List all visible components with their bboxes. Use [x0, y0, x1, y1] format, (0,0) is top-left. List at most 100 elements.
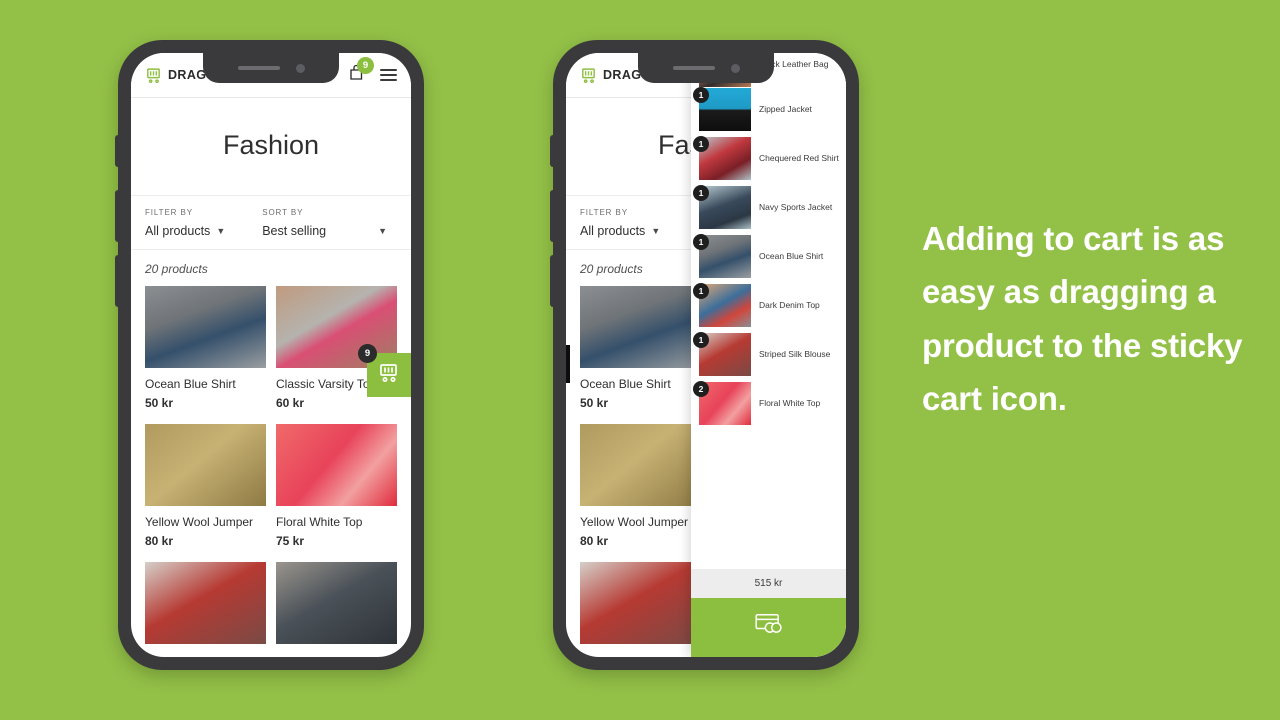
- product-price: 75 kr: [276, 534, 305, 548]
- phone-mockup-left: DRAG 9 Fashion FILTER BY All products ▼ …: [115, 40, 424, 670]
- shopping-cart-icon: [580, 67, 597, 84]
- product-image: [580, 286, 701, 368]
- cart-item[interactable]: 1 Navy Sports Jacket: [691, 183, 846, 232]
- sticky-cart-badge: 9: [358, 344, 377, 363]
- product-name: Yellow Wool Jumper: [580, 515, 689, 529]
- cart-item-name: Navy Sports Jacket: [759, 201, 833, 212]
- product-card[interactable]: [145, 562, 266, 644]
- cart-item[interactable]: 2 Floral White Top: [691, 379, 846, 428]
- cart-item-quantity: 1: [693, 87, 709, 103]
- product-price: 50 kr: [580, 396, 609, 410]
- product-name: Yellow Wool Jumper: [145, 515, 254, 529]
- cart-badge-count: 9: [357, 56, 374, 74]
- cart-item-quantity: 1: [693, 136, 709, 152]
- product-name: Floral White Top: [276, 515, 363, 529]
- filter-by-label: FILTER BY: [145, 208, 193, 217]
- app-logo-text: DRAG: [168, 68, 207, 82]
- cart-item-name: Ocean Blue Shirt: [759, 250, 824, 261]
- product-price: 80 kr: [580, 534, 609, 548]
- credit-card-coins-icon: [754, 612, 784, 639]
- product-image: [580, 424, 701, 506]
- product-count: 20 products: [145, 262, 208, 276]
- earpiece-speaker: [672, 66, 715, 70]
- cart-item-name: Striped Silk Blouse: [759, 348, 831, 359]
- phone-volume-down-button: [115, 255, 119, 307]
- cart-item-name: Dark Denim Top: [759, 299, 820, 310]
- chevron-down-icon: ▼: [378, 226, 387, 236]
- checkout-button[interactable]: [691, 598, 846, 657]
- shopping-cart-icon: [377, 361, 401, 390]
- product-image: [276, 424, 397, 506]
- filter-by-select[interactable]: All products ▼: [145, 224, 262, 238]
- phone-notch: [638, 53, 774, 83]
- product-image: [145, 424, 266, 506]
- phone-volume-up-button: [115, 190, 119, 242]
- product-card[interactable]: Ocean Blue Shirt 50 kr: [580, 286, 701, 410]
- product-price: 80 kr: [145, 534, 174, 548]
- product-price: 50 kr: [145, 396, 174, 410]
- cart-item[interactable]: 1 Chequered Red Shirt: [691, 134, 846, 183]
- filter-by-select[interactable]: All products ▼: [580, 224, 697, 238]
- cart-item-list: Black Leather Bag 1 Zipped Jacket 1 Cheq…: [691, 53, 846, 569]
- phone-volume-down-button: [550, 255, 554, 307]
- filter-by-value: All products: [145, 224, 211, 238]
- cart-drawer: Black Leather Bag 1 Zipped Jacket 1 Cheq…: [691, 53, 846, 657]
- filter-by-group: FILTER BY All products ▼: [580, 208, 697, 238]
- product-name: Ocean Blue Shirt: [145, 377, 236, 391]
- cart-item-name: Zipped Jacket: [759, 103, 812, 114]
- cart-item-quantity: 2: [693, 381, 709, 397]
- cart-item[interactable]: 1 Zipped Jacket: [691, 85, 846, 134]
- phone-screen-right: DRAG Fashion FILTER BY All products ▼ 20…: [566, 53, 846, 657]
- shopping-cart-icon: [145, 67, 162, 84]
- cart-item-quantity: 1: [693, 185, 709, 201]
- product-price: 60 kr: [276, 396, 305, 410]
- app-logo-text: DRAG: [603, 68, 642, 82]
- chevron-down-icon: ▼: [216, 226, 226, 236]
- marketing-headline: Adding to cart is as easy as dragging a …: [922, 220, 1243, 418]
- phone-volume-up-button: [550, 190, 554, 242]
- front-camera: [295, 63, 305, 73]
- filter-by-label: FILTER BY: [580, 208, 628, 217]
- phone-side-button: [550, 135, 554, 167]
- sort-by-label: SORT BY: [262, 208, 304, 217]
- product-card[interactable]: Ocean Blue Shirt 50 kr: [145, 286, 266, 410]
- sort-by-select[interactable]: Best selling ▼: [262, 224, 397, 238]
- product-card[interactable]: Yellow Wool Jumper 80 kr: [145, 424, 266, 548]
- product-image: [276, 562, 397, 644]
- sort-by-value: Best selling: [262, 224, 327, 238]
- cart-item[interactable]: 1 Striped Silk Blouse: [691, 330, 846, 379]
- sticky-cart-widget[interactable]: 9: [358, 344, 411, 397]
- close-cart-button[interactable]: [566, 345, 570, 383]
- app-logo[interactable]: DRAG: [145, 67, 206, 84]
- product-image: [580, 562, 701, 644]
- chevron-down-icon: ▼: [651, 226, 661, 236]
- app-logo[interactable]: DRAG: [580, 67, 641, 84]
- cart-icon[interactable]: 9: [348, 56, 374, 87]
- product-name: Ocean Blue Shirt: [580, 377, 671, 391]
- cart-item-name: Floral White Top: [759, 397, 821, 408]
- hamburger-menu-icon[interactable]: [380, 69, 397, 81]
- product-card[interactable]: Yellow Wool Jumper 80 kr: [580, 424, 701, 548]
- cart-item-quantity: 1: [693, 283, 709, 299]
- sort-by-group: SORT BY Best selling ▼: [262, 208, 397, 238]
- cart-item-quantity: 1: [693, 234, 709, 250]
- front-camera: [730, 63, 740, 73]
- filter-by-group: FILTER BY All products ▼: [145, 208, 262, 238]
- product-image: [145, 286, 266, 368]
- product-card[interactable]: Floral White Top 75 kr: [276, 424, 397, 548]
- product-image: [145, 562, 266, 644]
- product-grid: Ocean Blue Shirt 50 kr Classic Varsity T…: [131, 286, 411, 644]
- cart-item-quantity: 1: [693, 332, 709, 348]
- phone-notch: [203, 53, 339, 83]
- cart-item-name: Chequered Red Shirt: [759, 152, 839, 163]
- header-actions: 9: [348, 56, 397, 87]
- product-card[interactable]: [276, 562, 397, 644]
- filter-by-value: All products: [580, 224, 646, 238]
- phone-screen-left: DRAG 9 Fashion FILTER BY All products ▼ …: [131, 53, 411, 657]
- cart-item[interactable]: 1 Ocean Blue Shirt: [691, 232, 846, 281]
- product-card[interactable]: [580, 562, 701, 644]
- phone-side-button: [115, 135, 119, 167]
- cart-total: 515 kr: [691, 569, 846, 598]
- cart-item[interactable]: 1 Dark Denim Top: [691, 281, 846, 330]
- page-title: Fashion: [131, 98, 411, 196]
